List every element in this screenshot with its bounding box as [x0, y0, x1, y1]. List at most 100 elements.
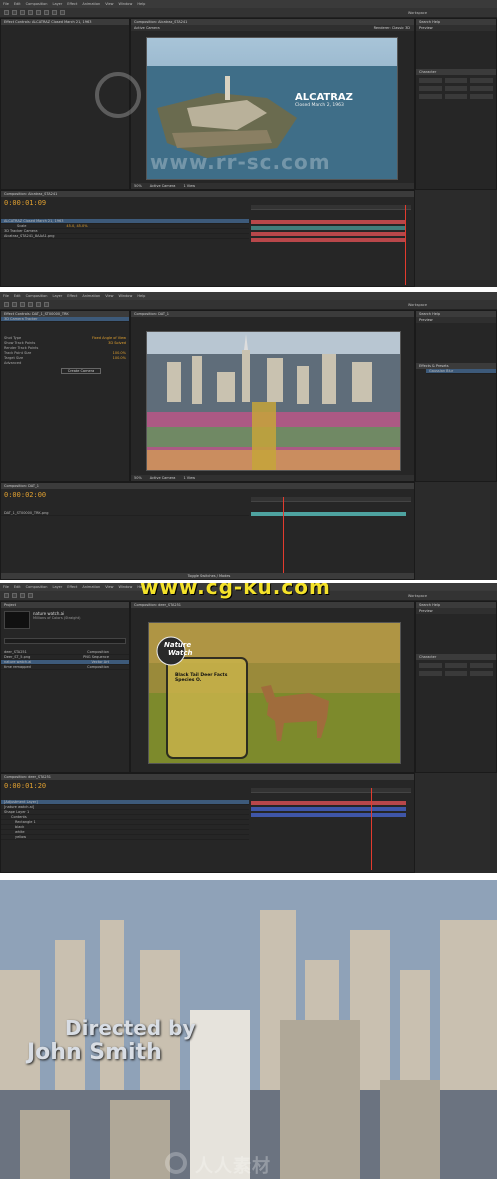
effect-controls-tab[interactable]: Effect Controls: ALCATRAZ Closed March 2…	[1, 19, 129, 25]
zoom-level[interactable]: 50%	[134, 475, 142, 481]
menu-window[interactable]: Window	[119, 585, 133, 589]
menu-composition[interactable]: Composition	[26, 294, 48, 298]
current-time-indicator[interactable]	[371, 788, 372, 870]
item-type: PNG Sequence	[83, 655, 109, 659]
layer-name: Alcatraz_STA241_8AAA1.png	[4, 234, 55, 238]
menu-composition[interactable]: Composition	[26, 585, 48, 589]
composition-tab[interactable]: Composition: DAT_1	[131, 311, 414, 317]
menu-view[interactable]: View	[105, 294, 113, 298]
view-layout-menu[interactable]: 1 View	[183, 475, 195, 481]
menu-edit[interactable]: Edit	[14, 2, 21, 6]
prop-value[interactable]: 100.0%	[113, 356, 126, 361]
layer-duration-bar[interactable]	[251, 801, 406, 805]
zoom-tool-icon[interactable]	[20, 10, 25, 15]
layer-duration-bar[interactable]	[251, 232, 406, 236]
pen-tool-icon[interactable]	[28, 593, 33, 598]
selection-tool-icon[interactable]	[4, 302, 9, 307]
rotate-tool-icon[interactable]	[28, 302, 33, 307]
menu-file[interactable]: File	[3, 2, 9, 6]
prop-value[interactable]: 3D Solved	[108, 341, 126, 346]
effect-preset-item[interactable]: Gaussian Blur	[426, 369, 496, 374]
menu-effect[interactable]: Effect	[67, 585, 77, 589]
watermark-logo-icon	[95, 72, 141, 118]
alcatraz-title-line1: ALCATRAZ	[295, 92, 353, 103]
pen-tool-icon[interactable]	[52, 10, 57, 15]
card-line2: Species O.	[175, 678, 202, 683]
menu-view[interactable]: View	[105, 585, 113, 589]
renderer-label[interactable]: Renderer: Classic 3D	[374, 25, 410, 31]
menu-file[interactable]: File	[3, 585, 9, 589]
thumbnail-image	[4, 611, 30, 629]
menu-layer[interactable]: Layer	[53, 585, 63, 589]
credit-line2: John Smith	[27, 1040, 162, 1065]
workspace-label[interactable]: Workspace	[408, 11, 427, 15]
menu-help[interactable]: Help	[137, 2, 145, 6]
zoom-level[interactable]: 50%	[134, 183, 142, 189]
menu-bar: File Edit Composition Layer Effect Anima…	[0, 292, 497, 300]
project-search-input[interactable]	[4, 638, 126, 644]
time-ruler[interactable]	[251, 205, 411, 210]
layer-name: DAT_1_ST00000_TRK.png	[4, 511, 49, 515]
menu-animation[interactable]: Animation	[82, 585, 100, 589]
pan-tool-icon[interactable]	[44, 10, 49, 15]
view-layout-menu[interactable]: 1 View	[183, 183, 195, 189]
menu-animation[interactable]: Animation	[82, 2, 100, 6]
composition-panel: Composition: DAT_1 50% Active Camera 1 V…	[130, 310, 415, 482]
hand-tool-icon[interactable]	[12, 10, 17, 15]
menu-help[interactable]: Help	[137, 294, 145, 298]
camera-tool-icon[interactable]	[36, 302, 41, 307]
layer-duration-bar[interactable]	[251, 220, 406, 224]
active-camera-menu[interactable]: Active Camera	[150, 475, 176, 481]
menu-layer[interactable]: Layer	[53, 2, 63, 6]
timeline-panel: Composition: Alcatraz_STA241 0:00:01:09 …	[0, 190, 415, 287]
menu-window[interactable]: Window	[119, 294, 133, 298]
watermark-logo-icon	[165, 1152, 187, 1174]
property-value[interactable]: 45.0, 45.0%	[66, 224, 87, 228]
timeline-panel: Composition: deer_STA251 0:00:01:20 [Adj…	[0, 773, 415, 873]
layer-row[interactable]: Alcatraz_STA241_8AAA1.png	[1, 234, 249, 239]
workspace-label[interactable]: Workspace	[408, 303, 427, 307]
layer-duration-bar[interactable]	[251, 238, 406, 242]
selection-tool-icon[interactable]	[4, 593, 9, 598]
layer-name: Rectangle 1	[15, 820, 36, 824]
project-item[interactable]: time remapped Composition	[1, 665, 129, 670]
layer-list: DAT_1_ST00000_TRK.png	[1, 511, 249, 516]
time-ruler[interactable]	[251, 788, 411, 793]
layer-duration-bar[interactable]	[251, 813, 406, 817]
current-time-indicator[interactable]	[405, 205, 406, 285]
menu-composition[interactable]: Composition	[26, 2, 48, 6]
zoom-tool-icon[interactable]	[20, 593, 25, 598]
create-camera-button[interactable]: Create Camera	[61, 368, 101, 374]
camera-tool-icon[interactable]	[36, 10, 41, 15]
nature-watch-badge: Nature Watch	[164, 641, 192, 657]
menu-edit[interactable]: Edit	[14, 294, 21, 298]
time-ruler[interactable]	[251, 497, 411, 502]
menu-edit[interactable]: Edit	[14, 585, 21, 589]
menu-view[interactable]: View	[105, 2, 113, 6]
menu-animation[interactable]: Animation	[82, 294, 100, 298]
hand-tool-icon[interactable]	[12, 302, 17, 307]
zoom-tool-icon[interactable]	[20, 302, 25, 307]
type-tool-icon[interactable]	[60, 10, 65, 15]
menu-effect[interactable]: Effect	[67, 2, 77, 6]
project-preview: nature watch.ai Millions of Colors (Stra…	[1, 608, 129, 632]
layer-duration-bar[interactable]	[251, 807, 406, 811]
hand-tool-icon[interactable]	[12, 593, 17, 598]
toggle-switches-modes[interactable]: Toggle Switches / Modes	[1, 573, 414, 579]
pen-tool-icon[interactable]	[44, 302, 49, 307]
workspace-label[interactable]: Workspace	[408, 594, 427, 598]
menu-window[interactable]: Window	[119, 2, 133, 6]
layer-row[interactable]: yellow	[1, 835, 249, 840]
menu-layer[interactable]: Layer	[53, 294, 63, 298]
menu-effect[interactable]: Effect	[67, 294, 77, 298]
effect-property[interactable]: Advanced	[1, 361, 129, 366]
layer-duration-bar[interactable]	[251, 512, 406, 516]
current-time-indicator[interactable]	[283, 497, 284, 577]
active-camera-menu[interactable]: Active Camera	[150, 183, 176, 189]
layer-duration-bar[interactable]	[251, 226, 406, 230]
composition-tab[interactable]: Composition: deer_STA251	[131, 602, 414, 608]
menu-file[interactable]: File	[3, 294, 9, 298]
layer-row[interactable]: DAT_1_ST00000_TRK.png	[1, 511, 249, 516]
rotate-tool-icon[interactable]	[28, 10, 33, 15]
selection-tool-icon[interactable]	[4, 10, 9, 15]
